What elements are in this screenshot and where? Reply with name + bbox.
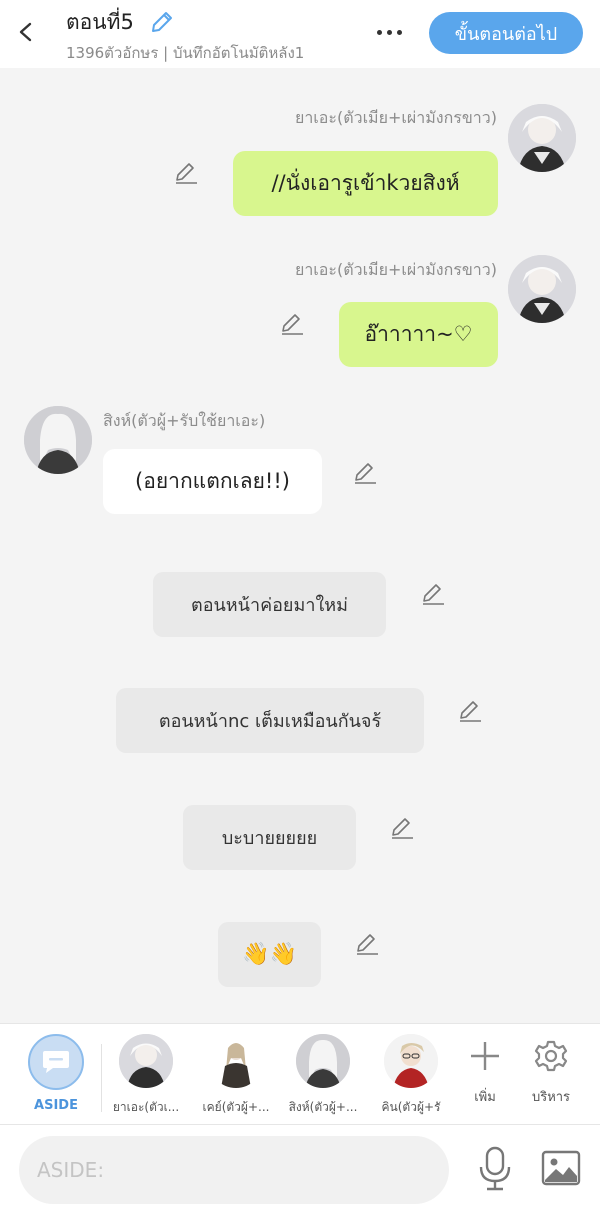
input-bar xyxy=(0,1125,600,1214)
more-options-icon[interactable] xyxy=(371,20,407,44)
character-avatar[interactable] xyxy=(24,406,92,474)
manage-label: บริหาร xyxy=(531,1090,571,1105)
back-button[interactable] xyxy=(12,18,40,46)
message-bubble[interactable]: //นั่งเอารูเข้าkวยสิงห์ xyxy=(233,151,498,216)
aside-bubble[interactable]: บะบายยยยย xyxy=(183,805,356,870)
edit-title-pencil-icon[interactable] xyxy=(149,9,175,35)
character-label[interactable]: สิงห์(ตัวผู้+... xyxy=(282,1098,364,1117)
edit-pencil-icon[interactable] xyxy=(389,815,415,841)
aside-bubble[interactable]: ตอนหน้าค่อยมาใหม่ xyxy=(153,572,386,637)
aside-bubble[interactable]: 👋👋 xyxy=(218,922,321,987)
character-label[interactable]: ยาเอะ(ตัวเ... xyxy=(105,1098,187,1117)
episode-subtitle: 1396ตัวอักษร | บันทึกอัตโนมัติหลัง1 xyxy=(66,44,305,62)
message-input[interactable] xyxy=(19,1136,449,1204)
divider xyxy=(101,1044,102,1112)
message-bubble[interactable]: อ๊าาาาา~♡ xyxy=(339,302,498,367)
edit-pencil-icon[interactable] xyxy=(352,460,378,486)
next-step-button[interactable]: ขั้นตอนต่อไป xyxy=(429,12,583,54)
edit-pencil-icon[interactable] xyxy=(420,581,446,607)
speaker-name: ยาเอะ(ตัวเมีย+เผ่ามังกรขาว) xyxy=(294,108,497,127)
image-icon[interactable] xyxy=(541,1150,581,1186)
add-label: เพิ่ม xyxy=(474,1090,496,1105)
character-avatar[interactable] xyxy=(384,1034,438,1088)
edit-pencil-icon[interactable] xyxy=(279,311,305,337)
character-avatar[interactable] xyxy=(508,104,576,172)
message-bubble[interactable]: (อยากแตกเลย!!) xyxy=(103,449,322,514)
gear-icon xyxy=(534,1040,568,1072)
character-avatar[interactable] xyxy=(209,1034,263,1088)
character-avatar[interactable] xyxy=(296,1034,350,1088)
manage-button[interactable] xyxy=(531,1036,571,1076)
top-bar: ตอนที่5 1396ตัวอักษร | บันทึกอัตโนมัติหล… xyxy=(0,0,600,68)
chevron-left-icon xyxy=(19,22,32,42)
chat-area: ยาเอะ(ตัวเมีย+เผ่ามังกรขาว) //นั่งเอารูเ… xyxy=(0,68,600,1023)
edit-pencil-icon[interactable] xyxy=(173,160,199,186)
character-label[interactable]: คิน(ตัวผู้+รั xyxy=(370,1098,452,1117)
chat-bubble-icon xyxy=(43,1051,69,1073)
add-character-button[interactable] xyxy=(465,1036,505,1076)
plus-icon xyxy=(471,1042,499,1070)
character-avatar[interactable] xyxy=(119,1034,173,1088)
aside-bubble[interactable]: ตอนหน้าnc เต็มเหมือนกันจร้ xyxy=(116,688,424,753)
character-selector-bar: ASIDE ยาเอะ(ตัวเ... เคย์(ตัวผู้+... สิงห… xyxy=(0,1023,600,1125)
character-label[interactable]: เคย์(ตัวผู้+... xyxy=(195,1098,277,1117)
edit-pencil-icon[interactable] xyxy=(457,698,483,724)
speaker-name: สิงห์(ตัวผู้+รับใช้ยาเอะ) xyxy=(103,411,266,430)
aside-button[interactable] xyxy=(28,1034,84,1090)
speaker-name: ยาเอะ(ตัวเมีย+เผ่ามังกรขาว) xyxy=(294,260,497,279)
episode-title: ตอนที่5 xyxy=(66,10,134,34)
character-avatar[interactable] xyxy=(508,255,576,323)
microphone-icon[interactable] xyxy=(477,1145,513,1193)
edit-pencil-icon[interactable] xyxy=(354,931,380,957)
aside-label: ASIDE xyxy=(34,1098,78,1113)
